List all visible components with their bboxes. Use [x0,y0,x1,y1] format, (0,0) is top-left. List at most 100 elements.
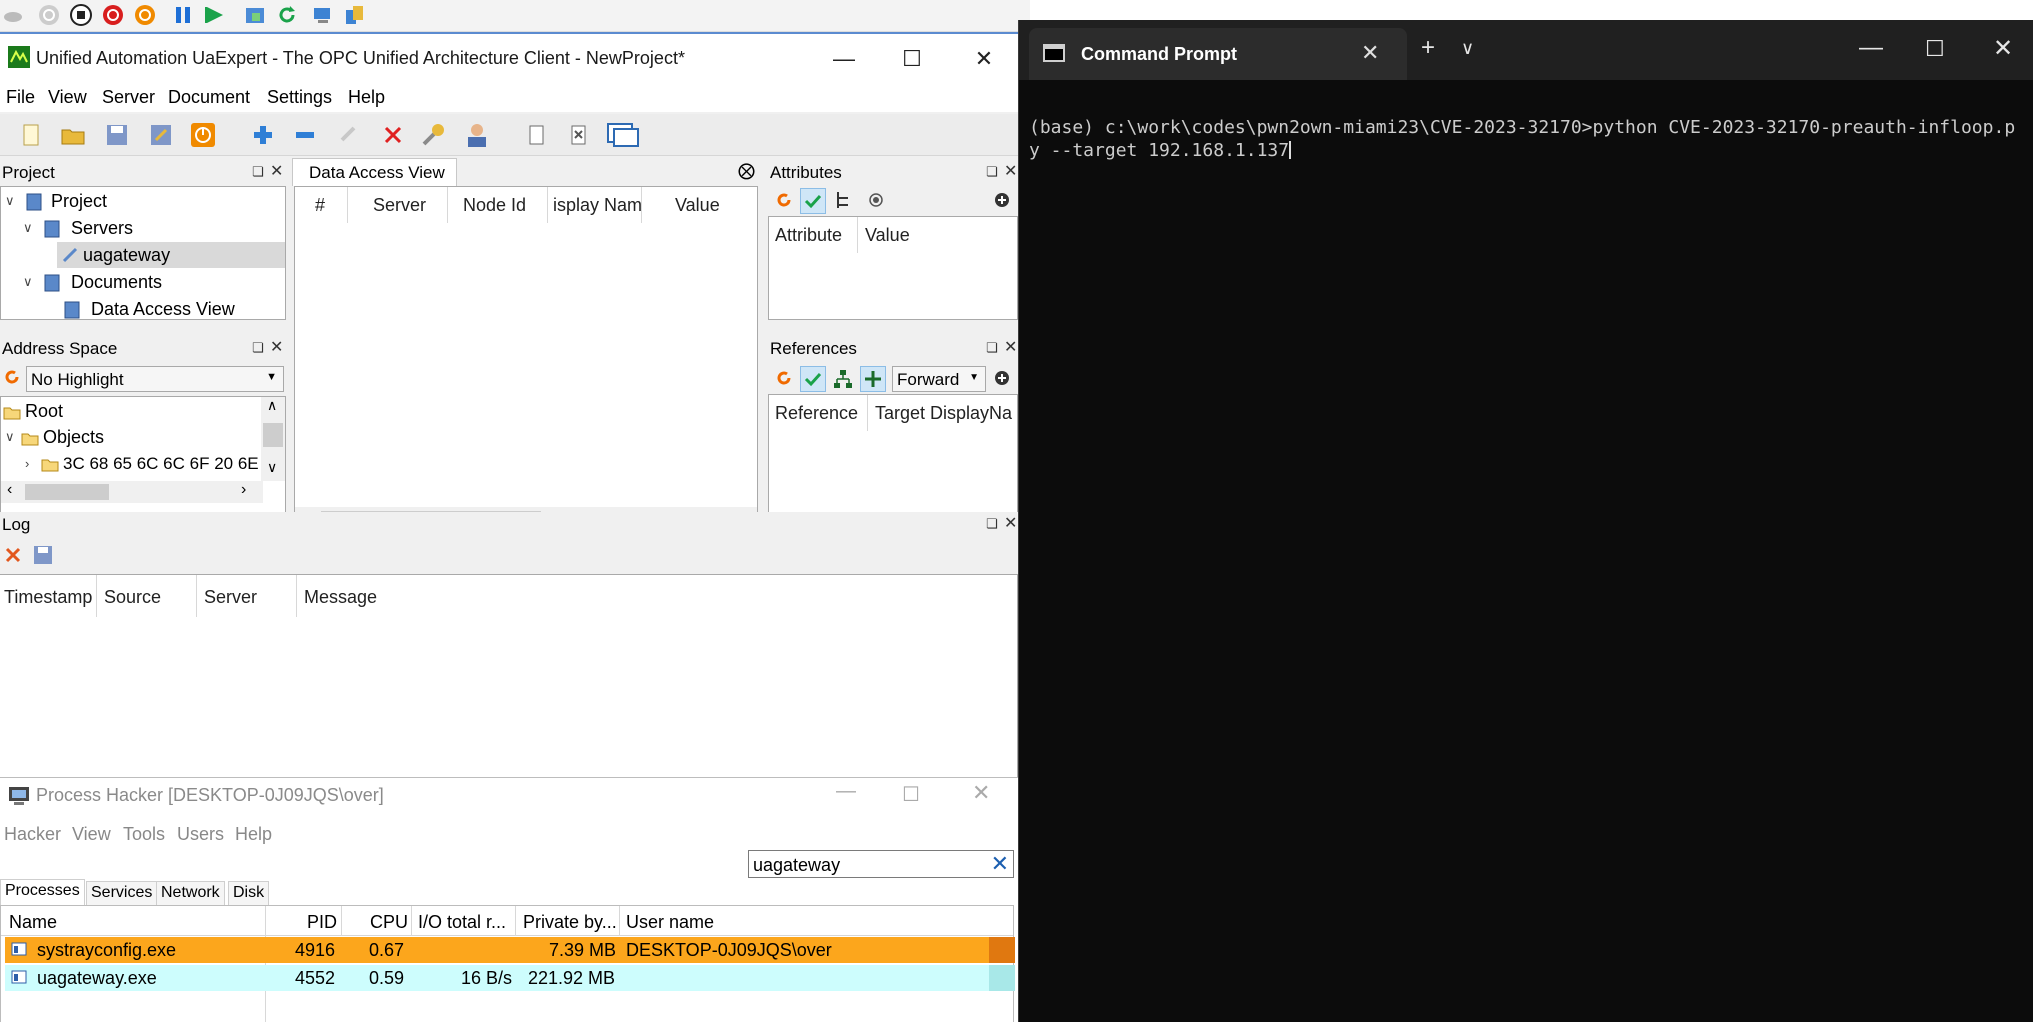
table-row[interactable]: systrayconfig.exe 4916 0.67 7.39 MB DESK… [5,937,1015,963]
stop-icon[interactable] [70,4,92,26]
refresh-icon[interactable] [774,190,794,210]
log-col-server[interactable]: Server [204,587,257,608]
tree-item-root[interactable]: Root [25,401,63,422]
menu-server[interactable]: Server [102,87,155,108]
tree-item-project[interactable]: Project [51,191,107,212]
ref-filter-toggle[interactable] [860,366,886,392]
files-icon[interactable] [344,4,366,26]
chevron-down-icon[interactable]: ∨ [5,193,15,209]
tree-item-hex-node[interactable]: 3C 68 65 6C 6C 6F 20 6E [63,454,259,474]
clear-search-icon[interactable]: ✕ [991,851,1009,877]
tree-structure-icon[interactable] [832,368,854,390]
dav-col-nodeid[interactable]: Node Id [463,195,526,216]
log-float-icon[interactable]: ❏ [986,516,998,532]
ph-menu-hacker[interactable]: Hacker [4,824,61,845]
log-col-message[interactable]: Message [304,587,377,608]
log-col-timestamp[interactable]: Timestamp [4,587,92,608]
attr-col-attribute[interactable]: Attribute [775,225,842,246]
attributes-close-icon[interactable]: ✕ [1004,161,1017,181]
attributes-float-icon[interactable]: ❏ [986,164,998,180]
col-name[interactable]: Name [9,912,57,933]
disconnect-icon[interactable] [380,122,406,148]
references-float-icon[interactable]: ❏ [986,340,998,356]
col-io[interactable]: I/O total r... [418,912,506,933]
tab-processes[interactable]: Processes [0,879,85,905]
chevron-right-icon[interactable]: › [25,456,29,471]
address-hscrollbar[interactable]: ‹ › [1,481,263,503]
col-username[interactable]: User name [626,912,714,933]
address-vscrollbar[interactable]: ∧ ∨ [261,397,285,481]
cloud-icon[interactable] [2,4,24,26]
menu-document[interactable]: Document [168,87,250,108]
power-gray-icon[interactable] [38,4,60,26]
menu-file[interactable]: File [6,87,35,108]
ph-menu-users[interactable]: Users [177,824,224,845]
save-as-icon[interactable] [148,122,174,148]
refresh-icon[interactable] [774,368,794,388]
ph-search-input[interactable]: uagateway ✕ [748,850,1014,878]
close-button[interactable]: ✕ [962,44,1006,74]
highlight-select[interactable]: No Highlight ▼ [26,366,284,392]
refresh-icon[interactable] [2,367,22,387]
document-add-icon[interactable] [524,122,550,148]
power-red-icon[interactable] [102,4,124,26]
tree-item-objects[interactable]: Objects [43,427,104,448]
ref-col-target[interactable]: Target DisplayNa [875,403,1012,424]
clear-log-icon[interactable] [4,546,22,564]
power-button-icon[interactable] [190,122,216,148]
address-space-close-icon[interactable]: ✕ [270,337,283,357]
play-icon[interactable] [204,4,226,26]
log-close-icon[interactable]: ✕ [1004,513,1017,533]
ref-col-reference[interactable]: Reference [775,403,858,424]
chevron-down-icon[interactable]: ∨ [23,274,33,290]
power-orange-icon[interactable] [134,4,156,26]
address-space-float-icon[interactable]: ❏ [252,340,264,356]
tree-item-data-access-view[interactable]: Data Access View [91,299,235,320]
cmd-tab[interactable]: Command Prompt ✕ [1029,28,1407,80]
network-icon[interactable] [312,4,334,26]
chevron-down-icon[interactable]: ∨ [5,429,15,445]
references-close-icon[interactable]: ✕ [1004,337,1017,357]
add-icon[interactable] [994,192,1010,208]
tree-item-documents[interactable]: Documents [71,272,162,293]
menu-help[interactable]: Help [348,87,385,108]
cmd-close-button[interactable]: ✕ [1993,34,2013,63]
table-row[interactable]: uagateway.exe 4552 0.59 16 B/s 221.92 MB [5,965,1015,991]
connect-icon[interactable] [336,122,362,148]
project-float-icon[interactable]: ❏ [252,164,264,180]
save-project-icon[interactable] [104,122,130,148]
ph-menu-view[interactable]: View [72,824,111,845]
user-icon[interactable] [464,122,490,148]
save-log-icon[interactable] [32,544,54,566]
project-close-icon[interactable]: ✕ [270,161,283,181]
radio-icon[interactable] [868,192,884,208]
maximize-button[interactable]: ☐ [890,44,934,74]
col-private[interactable]: Private by... [523,912,617,933]
ref-auto-update-toggle[interactable] [800,366,826,392]
cmd-maximize-button[interactable]: ☐ [1925,36,1945,62]
dav-col-displayname[interactable]: isplay Nam [553,195,642,216]
refresh-green-icon[interactable] [276,4,298,26]
add-server-icon[interactable] [250,122,276,148]
package-icon[interactable] [244,4,266,26]
terminal-output[interactable]: (base) c:\work\codes\pwn2own-miami23\CVE… [1029,116,2024,162]
ph-menu-tools[interactable]: Tools [123,824,165,845]
cmd-minimize-button[interactable]: — [1859,34,1883,62]
open-project-icon[interactable] [60,122,86,148]
new-tab-icon[interactable]: + [1421,34,1435,62]
dav-col-value[interactable]: Value [675,195,720,216]
dav-col-index[interactable]: # [315,195,325,216]
col-cpu[interactable]: CPU [370,912,408,933]
close-tab-icon[interactable]: ⨂ [738,161,755,181]
ph-menu-help[interactable]: Help [235,824,272,845]
ph-minimize-button[interactable]: — [836,780,856,803]
tab-network[interactable]: Network [156,881,225,905]
tree-item-uagateway[interactable]: uagateway [83,245,170,266]
tab-disk[interactable]: Disk [228,881,270,905]
chevron-down-icon[interactable]: ∨ [23,220,33,236]
attr-col-value[interactable]: Value [865,225,910,246]
menu-view[interactable]: View [48,87,87,108]
tree-item-servers[interactable]: Servers [71,218,133,239]
new-project-icon[interactable] [18,122,44,148]
close-tab-icon[interactable]: ✕ [1361,40,1379,66]
